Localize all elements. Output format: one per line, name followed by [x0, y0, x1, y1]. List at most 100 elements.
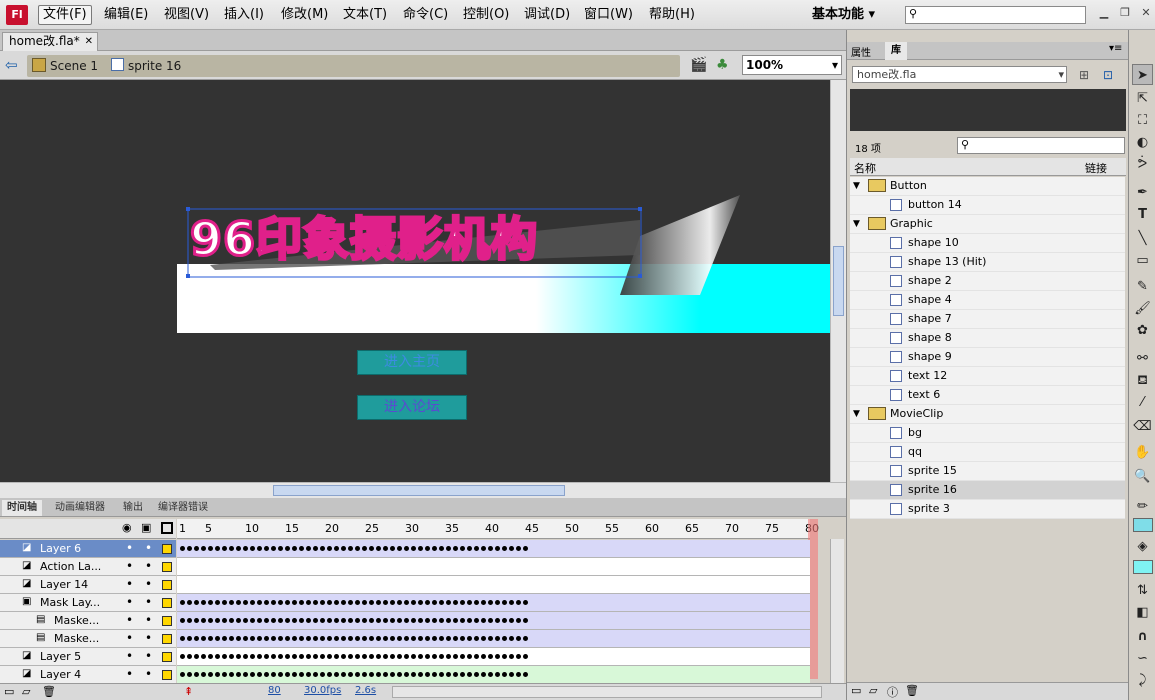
library-item[interactable]: shape 13 (Hit): [850, 253, 1125, 272]
new-folder-icon[interactable]: ▱: [869, 684, 877, 697]
menu-debug[interactable]: 调试(D): [520, 5, 574, 25]
lock-dot[interactable]: •: [145, 559, 152, 573]
outline-color-swatch[interactable]: [162, 616, 172, 626]
column-name[interactable]: 名称: [854, 160, 876, 176]
outline-color-swatch[interactable]: [162, 562, 172, 572]
zoom-tool-icon[interactable]: 🔍: [1132, 466, 1153, 487]
outline-color-swatch[interactable]: [162, 670, 172, 680]
library-file-select[interactable]: home改.fla ▾: [852, 66, 1067, 83]
paint-bucket-icon[interactable]: ⛾: [1132, 370, 1153, 391]
library-search-input[interactable]: ⚲: [957, 137, 1125, 154]
document-tab[interactable]: home改.fla* ✕: [2, 32, 98, 51]
stage-horizontal-scrollbar[interactable]: [0, 482, 846, 498]
lasso-icon[interactable]: ᕘ: [1132, 154, 1153, 175]
stage-vertical-scrollbar[interactable]: [830, 80, 846, 482]
timeline-h-scrollbar[interactable]: [392, 686, 822, 698]
lock-dot[interactable]: •: [145, 595, 152, 609]
tab-motion-editor[interactable]: 动画编辑器: [50, 500, 110, 516]
lock-dot[interactable]: •: [145, 541, 152, 555]
fill-color-swatch[interactable]: [1133, 560, 1153, 574]
3d-rotation-icon[interactable]: ◐: [1132, 132, 1153, 153]
outline-color-swatch[interactable]: [162, 580, 172, 590]
library-folder[interactable]: ▼ MovieClip: [850, 405, 1125, 424]
layer-frames[interactable]: [177, 558, 810, 576]
layer-frames[interactable]: [177, 630, 810, 648]
pin-library-icon[interactable]: ⊞: [1079, 68, 1089, 82]
menu-commands[interactable]: 命令(C): [399, 5, 452, 25]
library-item[interactable]: button 14: [850, 196, 1125, 215]
menu-window[interactable]: 窗口(W): [580, 5, 637, 25]
menu-file[interactable]: 文件(F): [38, 5, 92, 25]
library-folder[interactable]: ▼ Button: [850, 177, 1125, 196]
zoom-select[interactable]: 100% ▾: [742, 55, 842, 75]
tab-compiler-errors[interactable]: 编译器错误: [153, 500, 213, 516]
library-item[interactable]: shape 7: [850, 310, 1125, 329]
visibility-dot[interactable]: •: [126, 631, 133, 645]
lock-icon[interactable]: ▣: [141, 521, 151, 534]
chevron-down-icon[interactable]: ▼: [853, 405, 860, 423]
menu-view[interactable]: 视图(V): [160, 5, 213, 25]
enter-forum-button[interactable]: 进入论坛: [357, 395, 467, 420]
current-frame[interactable]: 80: [268, 685, 281, 696]
new-layer-icon[interactable]: ▭: [4, 685, 14, 698]
tab-output[interactable]: 输出: [118, 500, 148, 516]
menu-text[interactable]: 文本(T): [339, 5, 391, 25]
visibility-dot[interactable]: •: [126, 649, 133, 663]
library-item[interactable]: shape 2: [850, 272, 1125, 291]
layer-row[interactable]: ◪ Layer 14 • •: [0, 576, 176, 594]
lock-dot[interactable]: •: [145, 667, 152, 681]
restore-icon[interactable]: ❐: [1117, 6, 1133, 20]
library-item[interactable]: shape 8: [850, 329, 1125, 348]
library-item[interactable]: shape 9: [850, 348, 1125, 367]
new-folder-icon[interactable]: ▱: [22, 685, 30, 698]
library-item[interactable]: sprite 15: [850, 462, 1125, 481]
visibility-dot[interactable]: •: [126, 577, 133, 591]
new-symbol-icon[interactable]: ▭: [851, 684, 861, 697]
layer-row[interactable]: ◪ Layer 6 • •: [0, 540, 176, 558]
library-item[interactable]: shape 4: [850, 291, 1125, 310]
enter-home-button[interactable]: 进入主页: [357, 350, 467, 375]
tab-timeline[interactable]: 时间轴: [2, 500, 42, 516]
center-frame-icon[interactable]: ⇞: [184, 685, 193, 698]
library-item[interactable]: text 6: [850, 386, 1125, 405]
subselection-tool-icon[interactable]: ⇱: [1132, 88, 1153, 109]
tab-library[interactable]: 库: [885, 42, 907, 60]
visibility-dot[interactable]: •: [126, 667, 133, 681]
layer-name[interactable]: Layer 4: [40, 668, 81, 681]
layer-row[interactable]: ◪ Layer 5 • •: [0, 648, 176, 666]
menu-insert[interactable]: 插入(I): [220, 5, 268, 25]
scroll-thumb[interactable]: [833, 246, 844, 316]
pencil-icon[interactable]: ✎: [1132, 276, 1153, 297]
layer-frames[interactable]: [177, 612, 810, 630]
breadcrumb-scene[interactable]: Scene 1: [50, 57, 98, 75]
eyedropper-icon[interactable]: ⁄: [1132, 392, 1153, 413]
lock-dot[interactable]: •: [145, 631, 152, 645]
edit-symbols-icon[interactable]: ♣: [716, 56, 734, 74]
visibility-dot[interactable]: •: [126, 559, 133, 573]
edit-scene-icon[interactable]: 🎬: [690, 56, 708, 74]
free-transform-icon[interactable]: ⛶: [1132, 110, 1153, 131]
chevron-down-icon[interactable]: ▼: [853, 177, 860, 195]
library-item[interactable]: sprite 16: [850, 481, 1125, 500]
library-folder[interactable]: ▼ Graphic: [850, 215, 1125, 234]
layer-name[interactable]: Layer 5: [40, 650, 81, 663]
fill-color-icon[interactable]: ◈: [1132, 536, 1153, 557]
selection-tool-icon[interactable]: ➤: [1132, 64, 1153, 85]
outline-color-swatch[interactable]: [162, 544, 172, 554]
layer-row[interactable]: ◪ Action La... • •: [0, 558, 176, 576]
layer-row[interactable]: ▤ Maske... • •: [0, 630, 176, 648]
library-item[interactable]: qq: [850, 443, 1125, 462]
frame-rate[interactable]: 30.0fps: [304, 685, 341, 696]
hand-tool-icon[interactable]: ✋: [1132, 442, 1153, 463]
layer-name[interactable]: Layer 6: [40, 542, 81, 555]
layer-name[interactable]: Maske...: [54, 632, 99, 645]
column-linkage[interactable]: 链接: [1085, 160, 1107, 176]
library-item[interactable]: sprite 3: [850, 500, 1125, 519]
rectangle-tool-icon[interactable]: ▭: [1132, 250, 1153, 271]
layer-name[interactable]: Layer 14: [40, 578, 88, 591]
visibility-dot[interactable]: •: [126, 541, 133, 555]
properties-icon[interactable]: ⓘ: [887, 684, 898, 700]
menu-modify[interactable]: 修改(M): [277, 5, 332, 25]
layer-frames[interactable]: [177, 576, 810, 594]
timeline-v-scrollbar[interactable]: [830, 539, 844, 683]
